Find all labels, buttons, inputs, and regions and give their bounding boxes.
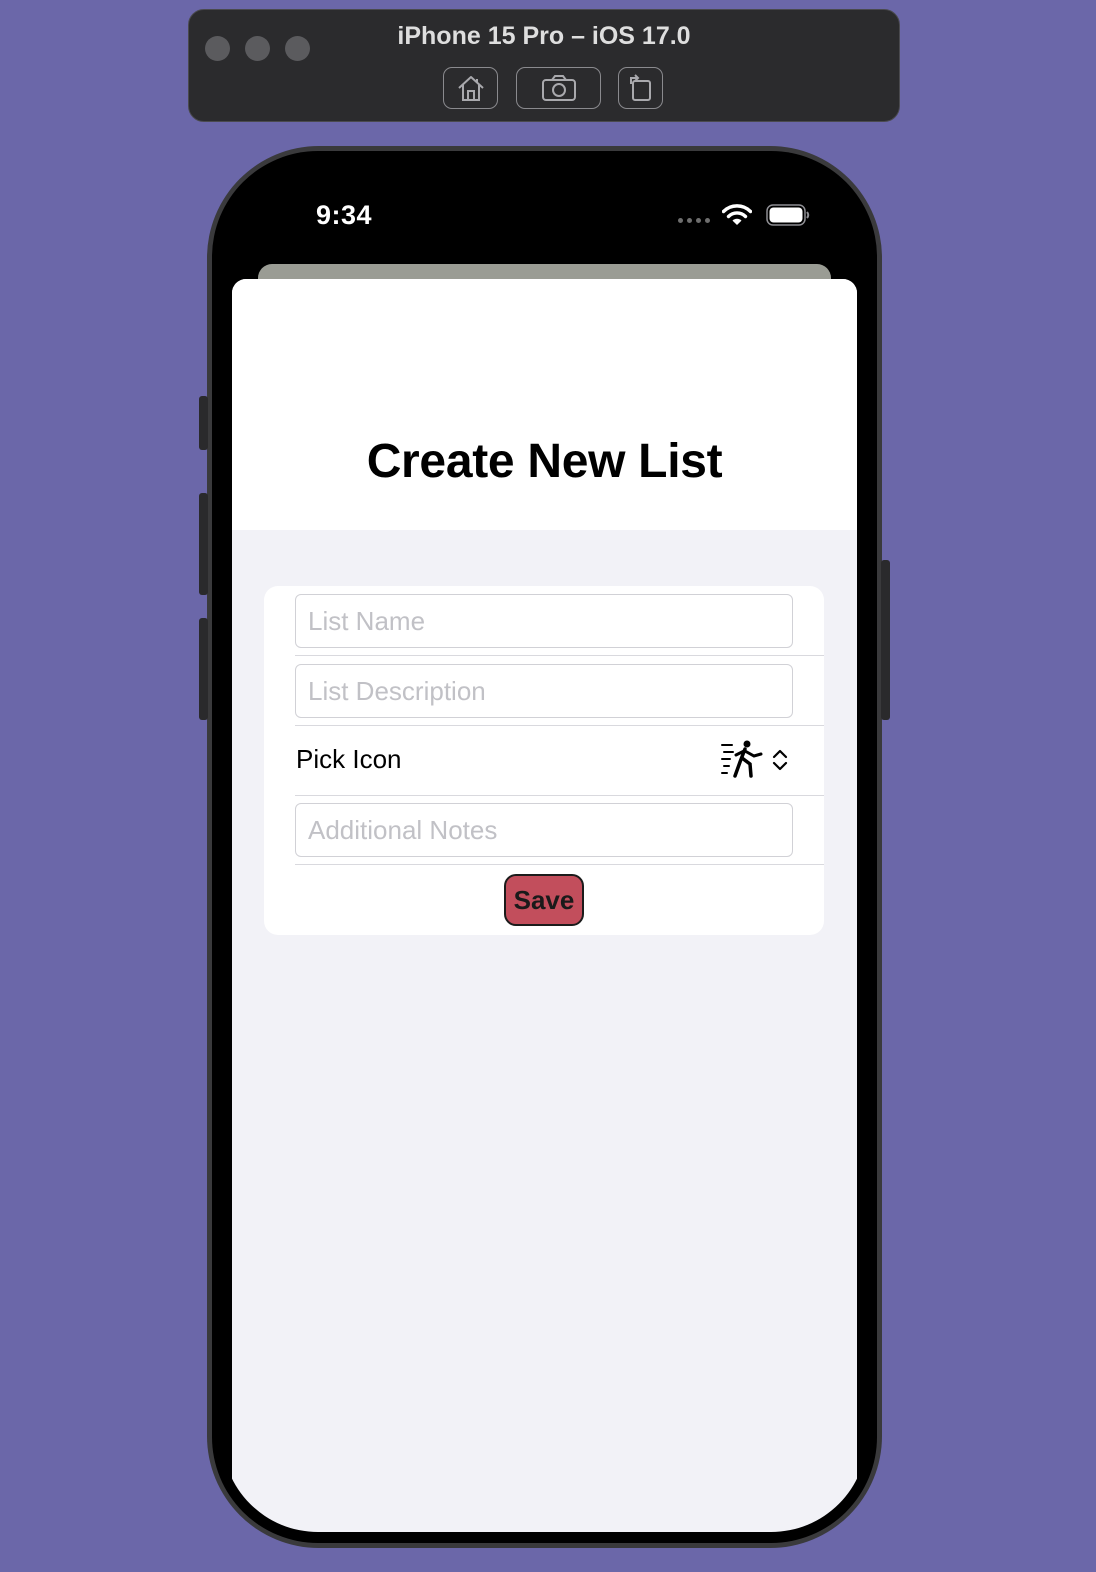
list-description-field[interactable]: List Description [295,664,793,718]
separator [295,864,824,865]
rotate-button[interactable] [618,67,663,109]
home-icon [457,76,484,101]
figure-run-icon [721,740,763,778]
pick-icon-label: Pick Icon [296,744,402,774]
home-button[interactable] [443,67,498,109]
save-button[interactable]: Save [504,874,584,926]
separator [295,795,824,796]
additional-notes-field[interactable]: Additional Notes [295,803,793,857]
phone-screen: 9:34 Create New List List Name List Desc… [222,162,867,1532]
separator [295,725,824,726]
rotate-icon [629,74,651,101]
screenshot-button[interactable] [516,67,601,109]
action-button[interactable] [199,396,208,450]
status-icons [678,204,810,226]
list-name-field[interactable]: List Name [295,594,793,648]
form-card: List Name List Description Pick Icon Add… [264,586,824,935]
separator [295,655,824,656]
volume-up-button[interactable] [199,493,208,595]
screenshot-icon [541,75,576,101]
wifi-icon [722,204,752,225]
simulator-title-bar: iPhone 15 Pro – iOS 17.0 [188,9,900,122]
icon-picker[interactable] [721,740,789,780]
battery-icon [766,204,810,226]
volume-down-button[interactable] [199,618,208,720]
simulator-title: iPhone 15 Pro – iOS 17.0 [397,22,691,50]
page-title: Create New List [366,435,723,488]
sheet-header: Create New List [232,279,857,530]
power-button[interactable] [881,560,890,720]
cellular-dots-icon [678,217,710,223]
chevron-up-down-icon [772,749,788,771]
status-time: 9:34 [316,200,373,230]
create-list-sheet: Create New List List Name List Descripti… [232,279,857,1532]
